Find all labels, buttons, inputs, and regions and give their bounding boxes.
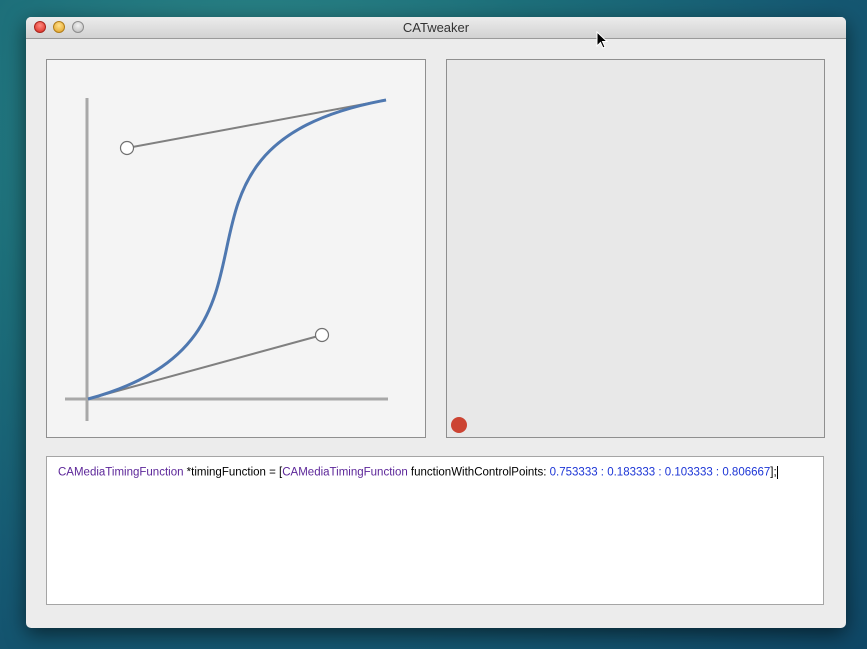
preview-dot — [451, 417, 467, 433]
curve-canvas[interactable] — [47, 60, 425, 437]
window-title: CATweaker — [402, 20, 470, 35]
animation-preview — [446, 59, 825, 438]
code-value-2: 0.183333 — [607, 466, 656, 479]
curve-editor[interactable] — [46, 59, 426, 438]
handle-line-2 — [126, 99, 387, 149]
code-sep: : — [597, 466, 608, 479]
control-point-2-handle[interactable] — [119, 140, 135, 156]
control-point-1-handle[interactable] — [314, 327, 330, 343]
code-value-3: 0.103333 — [664, 466, 713, 479]
code-sep: : — [655, 466, 665, 479]
code-value-4: 0.806667 — [722, 466, 771, 479]
code-output[interactable]: CAMediaTimingFunction *timingFunction = … — [46, 456, 824, 605]
handle-line-1 — [87, 334, 323, 400]
code-value-1: 0.753333 — [549, 466, 598, 479]
text-caret — [776, 466, 778, 479]
title-bar[interactable]: CATweaker — [26, 17, 846, 39]
code-class: CAMediaTimingFunction — [282, 466, 408, 479]
code-decl: *timingFunction = [ — [183, 466, 283, 479]
code-type: CAMediaTimingFunction — [58, 466, 184, 479]
code-selector: functionWithControlPoints: — [407, 466, 550, 479]
code-sep: : — [712, 466, 723, 479]
mouse-cursor-icon — [596, 31, 609, 49]
app-window: CATweaker CAMediaTimingFunction *timingF… — [26, 17, 846, 628]
